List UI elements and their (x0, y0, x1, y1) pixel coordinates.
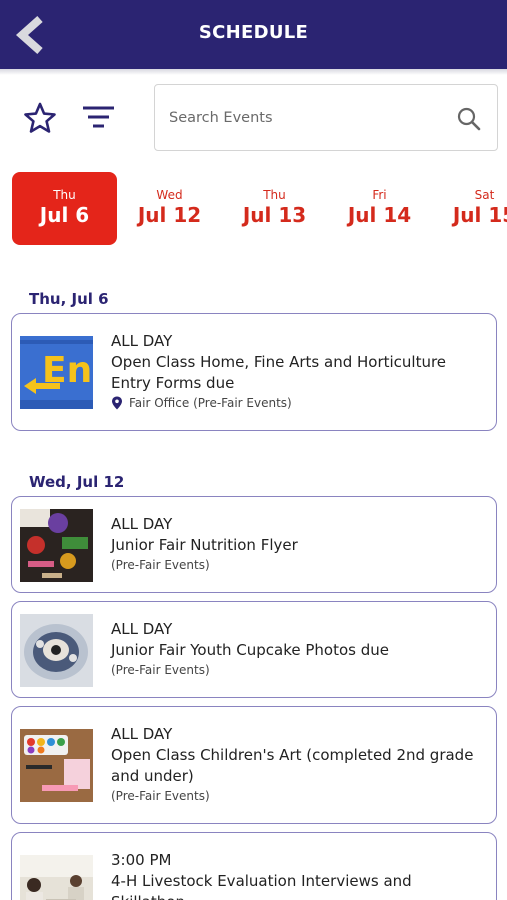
event-time: ALL DAY (111, 332, 173, 350)
date-selector: Thu Jul 6 Wed Jul 12 Thu Jul 13 Fri Jul … (0, 170, 507, 248)
cupcake-photo-image (20, 614, 93, 687)
event-location-text: (Pre-Fair Events) (111, 789, 210, 803)
event-card[interactable]: ALL DAY Junior Fair Nutrition Flyer (Pre… (11, 496, 497, 593)
event-details: 3:00 PM 4-H Livestock Evaluation Intervi… (111, 850, 488, 900)
date-tab-jul-15[interactable]: Sat Jul 15 (432, 172, 507, 245)
event-title: Open Class Home, Fine Arts and Horticult… (111, 353, 447, 392)
date-label: Jul 13 (242, 203, 307, 227)
paint-supplies-image (20, 729, 93, 802)
date-weekday: Thu (53, 188, 76, 202)
event-location: (Pre-Fair Events) (111, 789, 488, 803)
page-title: SCHEDULE (198, 22, 309, 43)
favorites-button[interactable] (22, 101, 58, 135)
section-heading: Wed, Jul 12 (29, 473, 125, 491)
star-outline-icon (24, 102, 56, 133)
entry-sign-image: En (20, 336, 93, 409)
event-card[interactable]: 3:00 PM 4-H Livestock Evaluation Intervi… (11, 832, 497, 900)
event-time: ALL DAY (111, 515, 173, 533)
date-label: Jul 14 (347, 203, 412, 227)
event-location: (Pre-Fair Events) (111, 558, 488, 572)
date-label: Jul 6 (39, 203, 90, 227)
header-shadow (0, 69, 507, 75)
date-tab-jul-14[interactable]: Fri Jul 14 (327, 172, 432, 245)
event-location: (Pre-Fair Events) (111, 663, 488, 677)
date-weekday: Sat (474, 188, 495, 202)
event-time: ALL DAY (111, 725, 173, 743)
date-tab-jul-6[interactable]: Thu Jul 6 (12, 172, 117, 245)
event-details: ALL DAY Junior Fair Youth Cupcake Photos… (111, 619, 488, 677)
event-details: ALL DAY Open Class Home, Fine Arts and H… (111, 331, 488, 410)
date-tab-jul-13[interactable]: Thu Jul 13 (222, 172, 327, 245)
map-pin-icon (112, 396, 122, 410)
date-tab-jul-12[interactable]: Wed Jul 12 (117, 172, 222, 245)
filter-lines-icon (83, 106, 114, 128)
event-card[interactable]: ALL DAY Open Class Children's Art (compl… (11, 706, 497, 824)
event-title: Junior Fair Nutrition Flyer (111, 536, 298, 554)
event-title: Junior Fair Youth Cupcake Photos due (111, 641, 389, 659)
event-card[interactable]: ALL DAY Junior Fair Youth Cupcake Photos… (11, 601, 497, 698)
event-card[interactable]: En ALL DAY Open Class Home, Fine Arts an… (11, 313, 497, 431)
search-button[interactable] (455, 105, 483, 133)
event-location: Fair Office (Pre-Fair Events) (111, 396, 488, 410)
event-details: ALL DAY Open Class Children's Art (compl… (111, 724, 488, 803)
event-location-text: (Pre-Fair Events) (111, 663, 210, 677)
date-label: Jul 12 (137, 203, 202, 227)
date-weekday: Thu (263, 188, 286, 202)
event-title: 4-H Livestock Evaluation Interviews and … (111, 872, 412, 900)
app-header: SCHEDULE (0, 0, 507, 69)
search-icon (457, 107, 481, 131)
nutrition-flyer-image (20, 509, 93, 582)
event-location-text: Fair Office (Pre-Fair Events) (129, 396, 292, 410)
date-weekday: Fri (372, 188, 387, 202)
search-input[interactable] (169, 105, 449, 131)
interview-room-image (20, 855, 93, 900)
event-title: Open Class Children's Art (completed 2nd… (111, 746, 474, 785)
event-location-text: (Pre-Fair Events) (111, 558, 210, 572)
filter-button[interactable] (82, 104, 116, 132)
date-weekday: Wed (156, 188, 183, 202)
section-heading: Thu, Jul 6 (29, 290, 109, 308)
date-label: Jul 15 (452, 203, 507, 227)
event-details: ALL DAY Junior Fair Nutrition Flyer (Pre… (111, 514, 488, 572)
event-time: ALL DAY (111, 620, 173, 638)
search-box (154, 84, 498, 151)
event-time: 3:00 PM (111, 851, 172, 869)
